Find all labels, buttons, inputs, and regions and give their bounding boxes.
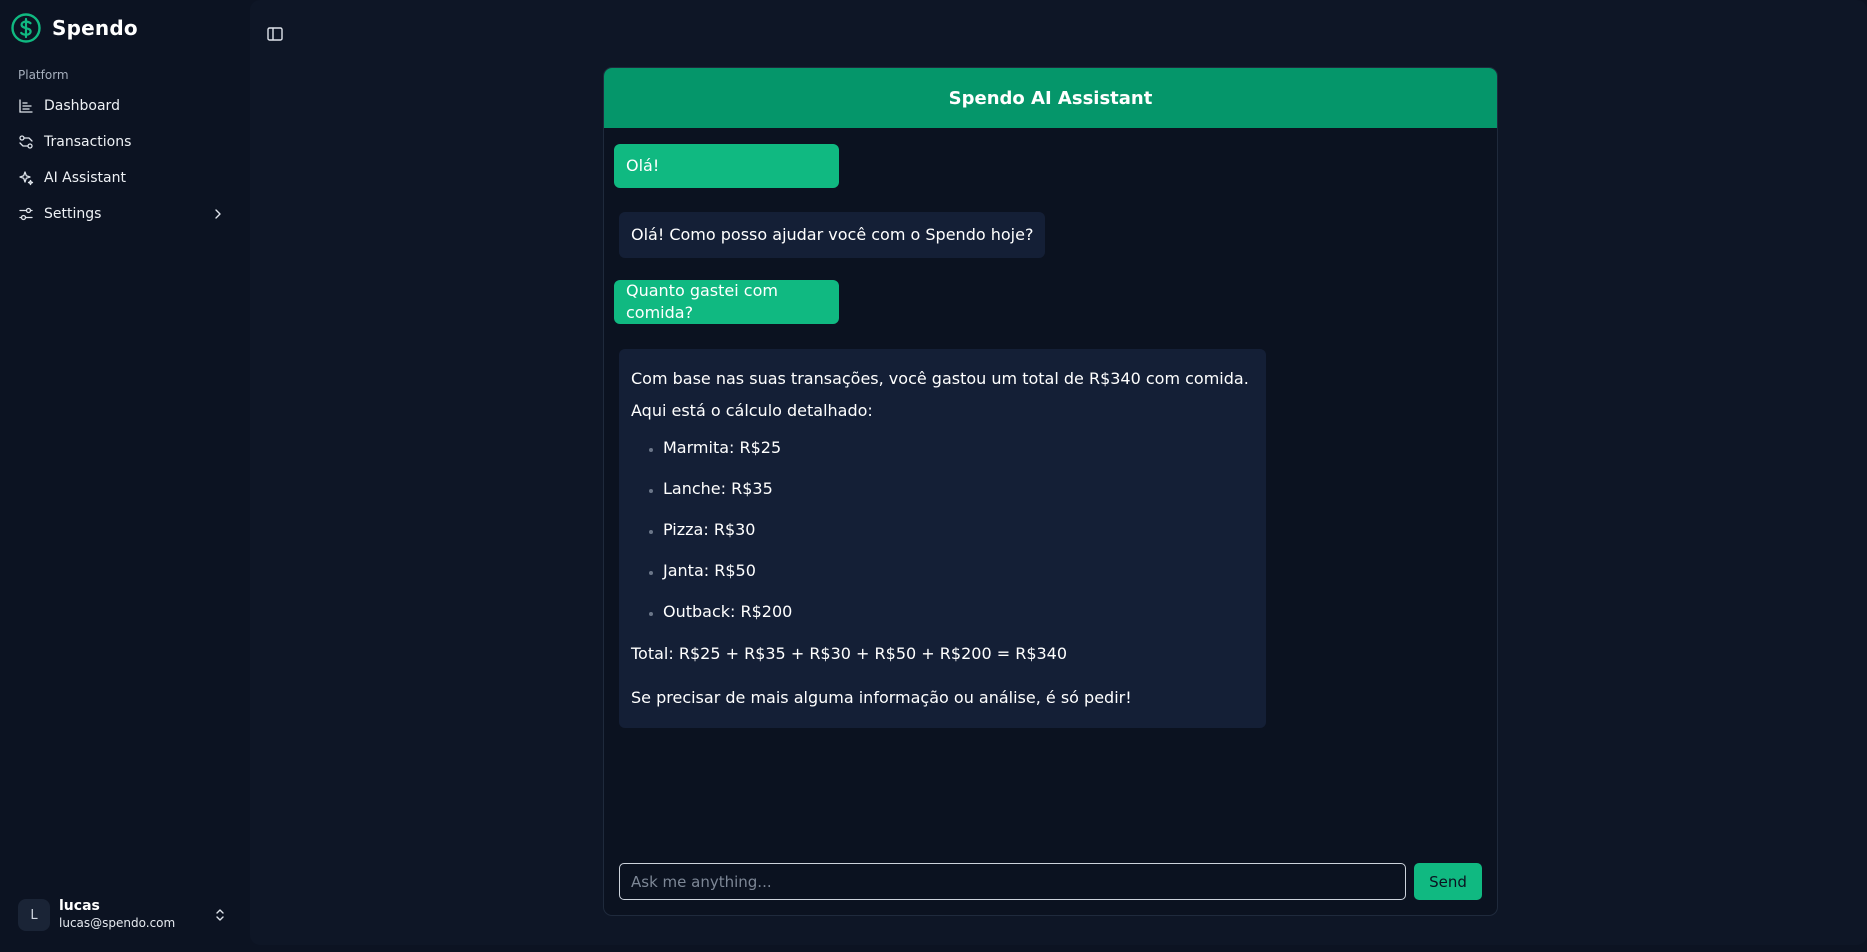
sidebar-nav: Dashboard Transactions AI Assistant Sett… [8, 89, 235, 233]
assistant-message: Olá! Como posso ajudar você com o Spendo… [619, 212, 1046, 258]
main-content: Spendo AI Assistant Olá! Olá! Como posso… [250, 0, 1867, 945]
expense-list: Marmita: R$25 Lanche: R$35 Pizza: R$30 J… [631, 437, 1254, 623]
user-menu[interactable]: L lucas lucas@spendo.com [10, 893, 235, 937]
message-total: Total: R$25 + R$35 + R$30 + R$50 + R$200… [631, 644, 1068, 663]
avatar: L [18, 899, 50, 931]
list-item: Janta: R$50 [663, 560, 1254, 582]
dollar-circle-icon [11, 13, 41, 43]
list-item: Lanche: R$35 [663, 478, 1254, 500]
sidebar-item-transactions[interactable]: Transactions [8, 125, 235, 159]
user-message: Quanto gastei com comida? [614, 280, 839, 324]
chat-panel: Spendo AI Assistant Olá! Olá! Como posso… [603, 67, 1498, 916]
brand[interactable]: Spendo [10, 12, 138, 44]
message-list: Olá! Olá! Como posso ajudar você com o S… [604, 128, 1497, 853]
chevron-right-icon [215, 209, 221, 219]
list-item: Marmita: R$25 [663, 437, 1254, 459]
sidebar-item-dashboard[interactable]: Dashboard [8, 89, 235, 123]
sidebar-item-ai-assistant[interactable]: AI Assistant [8, 161, 235, 195]
bar-chart-icon [19, 99, 33, 113]
send-button[interactable]: Send [1414, 863, 1482, 900]
user-name: lucas [59, 898, 100, 914]
sidebar-item-label: Transactions [44, 134, 132, 150]
sidebar-item-label: Settings [44, 206, 102, 222]
user-message: Olá! [614, 144, 839, 188]
list-item: Outback: R$200 [663, 601, 1254, 623]
user-email: lucas@spendo.com [59, 916, 176, 930]
swap-icon [19, 135, 33, 149]
message-closing: Se precisar de mais alguma informação ou… [631, 688, 1132, 707]
message-intro: Com base nas suas transações, você gasto… [631, 369, 1249, 420]
chat-input[interactable] [619, 863, 1406, 900]
sidebar-item-label: Dashboard [44, 98, 120, 114]
sidebar-toggle-icon[interactable] [266, 25, 284, 43]
sidebar-item-settings[interactable]: Settings [8, 197, 235, 231]
sliders-icon [19, 207, 33, 221]
sidebar-item-label: AI Assistant [44, 170, 126, 186]
brand-name: Spendo [52, 16, 138, 40]
sidebar-group-label: Platform [18, 68, 69, 82]
user-info: lucas lucas@spendo.com [59, 898, 175, 932]
chat-title: Spendo AI Assistant [604, 68, 1497, 128]
composer: Send [619, 863, 1482, 900]
assistant-message: Com base nas suas transações, você gasto… [619, 349, 1266, 728]
list-item: Pizza: R$30 [663, 519, 1254, 541]
sparkles-icon [19, 171, 34, 186]
app-root: Spendo Platform Dashboard Transactions A… [0, 0, 1867, 952]
sidebar: Spendo Platform Dashboard Transactions A… [0, 0, 249, 952]
chevrons-up-down-icon [216, 909, 224, 921]
